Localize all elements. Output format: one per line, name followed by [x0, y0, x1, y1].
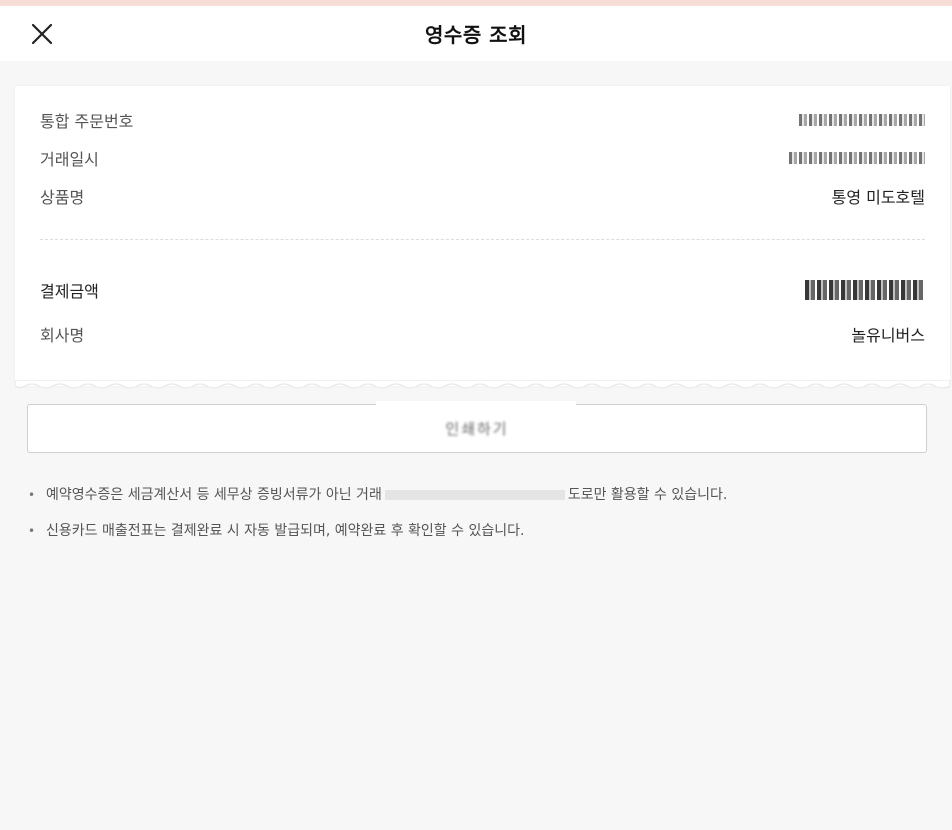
order-number-row: 통합 주문번호 [40, 108, 925, 132]
receipt-zigzag-edge [15, 380, 950, 389]
close-icon[interactable] [28, 20, 56, 48]
bullet-icon: • [28, 524, 36, 538]
product-row: 상품명 통영 미도호텔 [40, 184, 925, 208]
notice-text: 예약영수증은 세금계산서 등 세무상 증빙서류가 아닌 거래 도로만 활용할 수 … [46, 487, 728, 503]
receipt-card: 통합 주문번호 거래일시 상품명 통영 미도호텔 결제금액 회사명 놀유니버스 [15, 86, 950, 386]
company-label: 회사명 [40, 326, 85, 345]
redacted-text [384, 490, 565, 500]
company-value: 놀유니버스 [851, 326, 925, 345]
dashed-divider [40, 239, 925, 240]
list-item: • 예약영수증은 세금계산서 등 세무상 증빙서류가 아닌 거래 도로만 활용할 … [28, 484, 928, 504]
datetime-row: 거래일시 [40, 146, 925, 170]
order-number-label: 통합 주문번호 [40, 112, 134, 131]
print-button-label: 인쇄하기 [445, 420, 509, 438]
bullet-icon: • [28, 488, 36, 502]
company-row: 회사명 놀유니버스 [40, 322, 925, 346]
product-label: 상품명 [40, 188, 85, 207]
header-bar: 영수증 조회 [0, 6, 952, 61]
amount-value-redacted [805, 280, 925, 300]
datetime-value-redacted [789, 152, 925, 164]
product-value: 통영 미도호텔 [831, 188, 925, 207]
notice-text: 신용카드 매출전표는 결제완료 시 자동 발급되며, 예약완료 후 확인할 수 … [46, 523, 525, 539]
list-item: • 신용카드 매출전표는 결제완료 시 자동 발급되며, 예약완료 후 확인할 … [28, 520, 928, 540]
notice-list: • 예약영수증은 세금계산서 등 세무상 증빙서류가 아닌 거래 도로만 활용할 … [28, 484, 928, 556]
amount-row: 결제금액 [40, 278, 925, 302]
amount-label: 결제금액 [40, 282, 99, 301]
page-title: 영수증 조회 [425, 23, 527, 47]
print-receipt-button[interactable]: 인쇄하기 [27, 401, 927, 453]
datetime-label: 거래일시 [40, 150, 99, 169]
order-number-value-redacted [799, 114, 925, 126]
